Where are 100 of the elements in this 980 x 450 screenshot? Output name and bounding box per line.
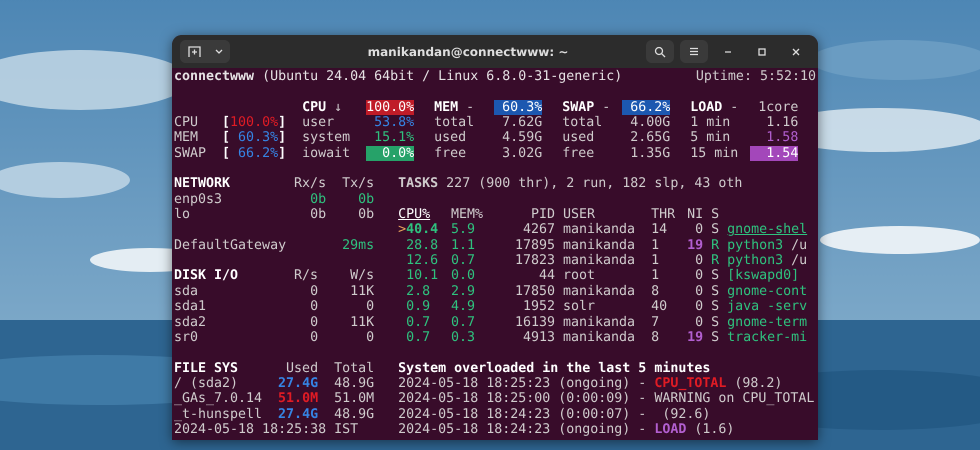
metric-label: total bbox=[562, 115, 602, 130]
mem-value: 0.3 bbox=[450, 330, 476, 346]
metric-label: system bbox=[302, 130, 350, 146]
section-title: NETWORK bbox=[174, 176, 232, 192]
state-value: S bbox=[710, 330, 720, 346]
sort-mark: - bbox=[730, 100, 738, 116]
user-value: manikanda bbox=[562, 253, 636, 268]
alert-line: 2024-05-18 18:24:23 (ongoing) - LOAD (1.6) bbox=[398, 422, 734, 438]
section-title: SWAP bbox=[562, 100, 594, 116]
menu-button[interactable] bbox=[680, 40, 708, 63]
write-value: 11K bbox=[349, 314, 374, 330]
column-header: Rx/s bbox=[293, 176, 326, 192]
nice-value: 19 bbox=[686, 238, 704, 254]
state-value: S bbox=[710, 284, 720, 300]
summary-value: 60.3% bbox=[494, 100, 542, 116]
user-value: manikanda bbox=[562, 330, 636, 346]
bracket: [ bbox=[222, 115, 230, 130]
user-value: manikanda bbox=[562, 314, 636, 330]
column-header[interactable]: THR bbox=[651, 207, 676, 222]
threads-value: 1 bbox=[651, 253, 660, 268]
threads-value: 1 bbox=[651, 238, 660, 254]
user-value: root bbox=[562, 268, 596, 284]
read-value: 0 bbox=[309, 284, 318, 300]
bracket: ] bbox=[278, 115, 286, 130]
cpu-value[interactable]: 0.7 bbox=[398, 314, 451, 330]
metric-value: 3.02G bbox=[501, 146, 542, 162]
metric-label: used bbox=[562, 130, 594, 146]
maximize-icon bbox=[758, 48, 766, 56]
total-value: 51.0M bbox=[333, 391, 374, 407]
disk-name: sr0 bbox=[174, 330, 200, 346]
pid-value: 44 bbox=[538, 268, 556, 284]
metric-label: free bbox=[562, 146, 594, 162]
column-header: R/s bbox=[293, 268, 318, 284]
command-value: [kswapd0] bbox=[726, 268, 800, 284]
minimize-icon bbox=[724, 50, 732, 52]
column-header[interactable]: MEM% bbox=[450, 207, 491, 222]
metric-value: 4.00G bbox=[629, 115, 670, 130]
metric-value: 1.35G bbox=[629, 146, 670, 162]
metric-value: 2.65G bbox=[629, 130, 670, 146]
metric-value: 1.58 bbox=[765, 130, 798, 146]
system-info: connectwww (Ubuntu 24.04 64bit / Linux 6.8.0-31-generic) bbox=[174, 69, 622, 84]
rate-value: 0b bbox=[309, 192, 326, 208]
bracket: [ bbox=[222, 130, 230, 146]
total-value: 48.9G bbox=[333, 376, 374, 392]
sort-mark: ↓ bbox=[334, 100, 342, 116]
metric-label: user bbox=[302, 115, 334, 130]
metric-value: 7.62G bbox=[501, 115, 542, 130]
pid-value: 17895 bbox=[514, 238, 556, 254]
column-header: Used bbox=[285, 360, 318, 376]
metric-label: 15 min bbox=[690, 146, 738, 162]
disk-name: sda bbox=[174, 284, 200, 300]
rate-value: 0b bbox=[357, 207, 374, 222]
threads-value: 40 bbox=[651, 299, 668, 314]
command-value: python3 /u bbox=[726, 238, 808, 254]
cpu-value[interactable]: 28.8 bbox=[398, 238, 451, 254]
command-value: gnome-shel bbox=[726, 222, 808, 238]
column-header: W/s bbox=[349, 268, 374, 284]
summary-value: 66.2% bbox=[622, 100, 670, 116]
interface-name: enp0s3 bbox=[174, 192, 224, 208]
column-header[interactable]: NI bbox=[675, 207, 704, 222]
clock: 2024-05-18 18:25:38 IST bbox=[174, 422, 358, 438]
metric-label: 1 min bbox=[690, 115, 730, 130]
cpu-value[interactable]: 0.9 bbox=[398, 299, 451, 314]
cpu-value[interactable]: 2.8 bbox=[398, 284, 451, 300]
command-value: python3 /u bbox=[726, 253, 808, 268]
disk-name: sda2 bbox=[174, 314, 208, 330]
metric-value: 4.59G bbox=[501, 130, 542, 146]
column-header[interactable]: CPU% bbox=[398, 207, 451, 222]
user-value: manikanda bbox=[562, 284, 636, 300]
mount-name: _t-hunspell bbox=[174, 406, 262, 422]
cpu-value[interactable]: 0.7 bbox=[398, 330, 451, 346]
nice-value: 0 bbox=[694, 268, 704, 284]
nice-value: 0 bbox=[694, 222, 704, 238]
pid-value: 16139 bbox=[514, 314, 556, 330]
metric-label: 5 min bbox=[690, 130, 730, 146]
search-button[interactable] bbox=[646, 40, 674, 63]
sort-mark: - bbox=[466, 100, 474, 116]
write-value: 0 bbox=[365, 299, 374, 314]
mem-value: 0.7 bbox=[450, 253, 476, 268]
alerts-title: System overloaded in the last 5 minutes bbox=[398, 360, 710, 376]
column-header[interactable]: PID bbox=[490, 207, 556, 222]
threads-value: 14 bbox=[651, 222, 668, 238]
pid-value: 17850 bbox=[514, 284, 556, 300]
column-header[interactable]: S bbox=[703, 207, 720, 222]
threads-value: 1 bbox=[651, 268, 660, 284]
nice-value: 0 bbox=[694, 284, 704, 300]
bracket: ] bbox=[278, 130, 286, 146]
cpu-value[interactable]: 10.1 bbox=[398, 268, 451, 284]
column-header: Tx/s bbox=[341, 176, 374, 192]
command-value: gnome-term bbox=[726, 314, 808, 330]
cpu-value[interactable]: >40.4 bbox=[398, 222, 451, 238]
used-value: 51.0M bbox=[277, 391, 318, 407]
alert-line: 2024-05-18 18:25:00 (0:00:09) - WARNING on CPU_TOTAL bbox=[398, 391, 814, 407]
column-header[interactable]: USER bbox=[555, 207, 652, 222]
cpu-value[interactable]: 12.6 bbox=[398, 253, 451, 268]
pid-value: 1952 bbox=[522, 299, 556, 314]
state-value: R bbox=[710, 238, 720, 254]
user-value: solr bbox=[562, 299, 596, 314]
total-value: 48.9G bbox=[333, 406, 374, 422]
mem-value: 0.0 bbox=[450, 268, 476, 284]
